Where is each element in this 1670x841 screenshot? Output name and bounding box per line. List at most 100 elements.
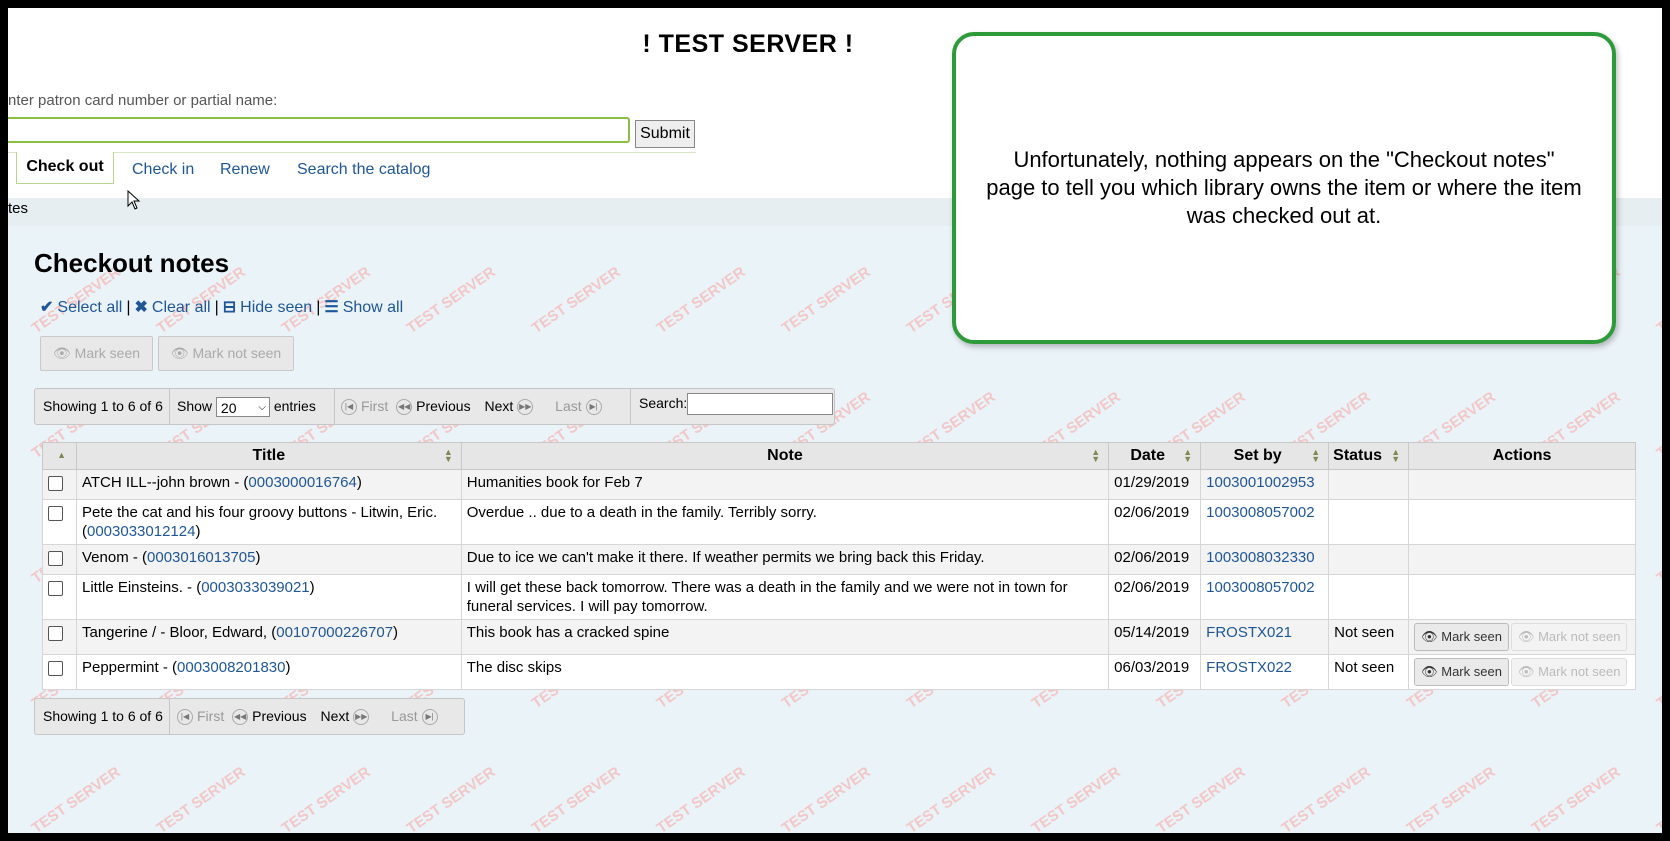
previous-page-icon: ◀◀ [232,709,249,726]
next-page-icon: ▶▶ [353,709,370,726]
date-cell: 02/06/2019 [1108,544,1202,575]
first-page-button[interactable]: First [197,708,224,724]
show-all-link[interactable]: Show all [343,299,403,316]
last-page-icon: ▶| [421,709,438,726]
submit-button[interactable]: Submit [635,120,695,148]
row-checkbox[interactable] [48,506,63,521]
eye-slash-icon: 👁 [1517,664,1535,679]
last-page-button[interactable]: Last [555,398,581,414]
title-close-paren: ) [393,624,399,641]
row-mark-seen-button[interactable]: 👁 Mark seen [1414,658,1509,686]
row-checkbox[interactable] [48,551,63,566]
row-checkbox[interactable] [48,476,63,491]
actions-cell: 👁 Mark seen 👁 Mark not seen [1408,654,1636,690]
item-title: Venom - ( [81,549,148,566]
mark-not-seen-button-disabled[interactable]: 👁 Mark not seen [158,336,294,371]
sort-asc-icon: ▲ [57,450,66,460]
title-header-label: Title [252,447,286,464]
row-mark-not-seen-button[interactable]: 👁 Mark not seen [1510,658,1628,686]
close-icon: ✖ [134,299,148,316]
previous-page-button[interactable]: Previous [252,708,306,724]
item-barcode-link[interactable]: 0003000016764 [248,474,356,491]
last-page-button[interactable]: Last [391,708,417,724]
first-page-button[interactable]: First [361,398,388,414]
search-input[interactable] [687,393,834,416]
set-by-link[interactable]: 1003001002953 [1206,474,1314,491]
set-by-link[interactable]: FROSTX021 [1206,624,1292,641]
clear-all-link[interactable]: Clear all [152,299,211,316]
table-row: Tangerine / - Bloor, Edward, (0010700022… [42,619,1636,655]
date-cell: 06/03/2019 [1108,654,1202,690]
title-close-paren: ) [255,549,261,566]
set-by-cell: 1003008057002 [1200,574,1330,620]
item-title: ATCH ILL--john brown - ( [81,474,249,491]
row-checkbox[interactable] [48,661,63,676]
sort-icon: ▲ ▼ [1311,447,1321,464]
hide-seen-link[interactable]: Hide seen [240,299,312,316]
minus-square-icon: ⊟ [222,299,237,316]
separator: | [316,299,321,316]
eye-icon: 👁 [1421,629,1438,644]
note-cell: I will get these back tomorrow. There wa… [460,574,1110,620]
row-select-cell [42,469,77,500]
select-column-header[interactable]: ▲ [42,442,77,470]
patron-search-input[interactable] [8,117,630,143]
row-mark-seen-button[interactable]: 👁 Mark seen [1414,623,1509,651]
status-header-label: Status [1333,447,1383,464]
set-by-link[interactable]: 1003008032330 [1206,549,1314,566]
tab-check-in[interactable]: Check in [132,161,194,179]
status-column-header[interactable]: Status ▲ ▼ [1328,442,1410,470]
previous-page-button[interactable]: Previous [416,398,470,414]
title-column-header[interactable]: Title ▲ ▼ [75,442,462,470]
note-cell: This book has a cracked spine [460,619,1110,655]
next-page-button[interactable]: Next [484,398,513,414]
pagination: |◀ First ◀◀ Previous Next ▶▶ Last ▶| [173,699,442,734]
row-select-cell [42,499,77,545]
title-cell: Pete the cat and his four groovy buttons… [75,499,462,545]
breadcrumb[interactable]: tes [8,200,28,217]
row-mark-not-seen-button[interactable]: 👁 Mark not seen [1510,623,1628,651]
note-cell: Due to ice we can't make it there. If we… [460,544,1110,575]
note-cell: Overdue .. due to a death in the family.… [460,499,1110,545]
title-cell: Venom - (0003016013705) [75,544,462,575]
set-by-link[interactable]: FROSTX022 [1206,659,1292,676]
previous-page-icon: ◀◀ [396,399,413,416]
row-checkbox[interactable] [48,626,63,641]
date-cell: 01/29/2019 [1108,469,1202,500]
separator: | [214,299,219,316]
date-cell: 02/06/2019 [1108,499,1202,545]
date-cell: 02/06/2019 [1108,574,1202,620]
set-by-cell: 1003001002953 [1200,469,1330,500]
set-by-column-header[interactable]: Set by ▲ ▼ [1200,442,1330,470]
page-length-select[interactable]: 20 ⌵ [215,397,270,418]
item-barcode-link[interactable]: 0003008201830 [177,659,285,676]
first-page-icon: |◀ [341,399,357,416]
status-cell [1328,574,1410,620]
eye-icon: 👁 [1421,664,1438,679]
table-row: Little Einsteins. - (0003033039021) I wil… [42,574,1636,620]
tab-renew[interactable]: Renew [220,161,270,179]
table-row: ATCH ILL--john brown - (0003000016764) Hu… [42,469,1636,500]
divider [630,389,631,424]
set-by-link[interactable]: 1003008057002 [1206,579,1314,596]
date-column-header[interactable]: Date ▲ ▼ [1108,442,1202,470]
bottom-pager: Showing 1 to 6 of 6 |◀ First ◀◀ Previous N… [34,698,465,735]
chevron-down-icon: ⌵ [258,402,266,414]
page-title: Checkout notes [34,248,230,278]
item-barcode-link[interactable]: 0003033012124 [87,523,195,540]
item-barcode-link[interactable]: 0003016013705 [147,549,255,566]
select-all-link[interactable]: Select all [57,299,122,316]
actions-cell [1408,469,1636,500]
title-cell: Tangerine / - Bloor, Edward, (0010700022… [75,619,462,655]
mark-seen-button-disabled[interactable]: 👁 Mark seen [40,336,153,371]
next-page-button[interactable]: Next [320,708,349,724]
item-barcode-link[interactable]: 00107000226707 [276,624,393,641]
row-checkbox[interactable] [48,581,63,596]
note-column-header[interactable]: Note ▲ ▼ [460,442,1110,470]
set-by-link[interactable]: 1003008057002 [1206,504,1314,521]
page-length-control: Show 20 ⌵ entries [177,389,316,424]
tab-check-out[interactable]: Check out [16,152,114,184]
tab-search-catalog[interactable]: Search the catalog [297,161,430,179]
check-icon: ✔ [40,299,54,316]
item-barcode-link[interactable]: 0003033039021 [201,579,309,596]
